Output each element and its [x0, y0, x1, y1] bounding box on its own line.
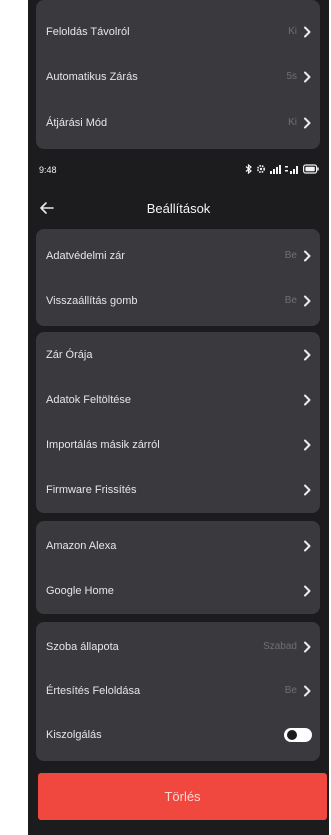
chevron-right-icon [302, 394, 312, 406]
chevron-right-icon [302, 685, 312, 697]
row-label: Zár Órája [46, 348, 93, 361]
row-label: Szoba állapota [46, 640, 119, 653]
row-service: Kiszolgálás [36, 712, 320, 757]
row-label: Adatvédelmi zár [46, 249, 125, 262]
signal-icon [285, 164, 299, 176]
row-label: Visszaállítás gomb [46, 294, 138, 307]
row-upload-data[interactable]: Adatok Feltöltése [36, 377, 320, 422]
room-card: Szoba állapota Szabad Értesítés Feloldás… [36, 622, 320, 761]
row-privacy-lock[interactable]: Adatvédelmi zár Be [36, 233, 320, 278]
chevron-right-icon [302, 641, 312, 653]
chevron-right-icon [302, 71, 312, 83]
service-toggle[interactable] [284, 727, 312, 742]
row-value: Ki [288, 117, 297, 128]
delete-button[interactable]: Törlés [38, 773, 327, 820]
row-amazon-alexa[interactable]: Amazon Alexa [36, 523, 320, 568]
chevron-right-icon [302, 295, 312, 307]
status-bar: 9:48 [28, 155, 329, 185]
battery-icon [303, 164, 319, 176]
row-label: Importálás másik zárról [46, 438, 160, 451]
row-label: Automatikus Zárás [46, 70, 138, 83]
device-card: Zár Órája Adatok Feltöltése Importálás m… [36, 332, 320, 513]
row-label: Adatok Feltöltése [46, 393, 131, 406]
app-header: Beállítások [28, 188, 329, 230]
row-label: Értesítés Feloldása [46, 684, 141, 697]
chevron-right-icon [302, 484, 312, 496]
privacy-card: Adatvédelmi zár Be Visszaállítás gomb Be [36, 229, 320, 326]
toggle-knob [287, 729, 297, 740]
chevron-right-icon [302, 250, 312, 262]
settings-screen: Feloldás Távolról Ki Automatikus Zárás 5… [28, 0, 329, 835]
row-label: Feloldás Távolról [46, 25, 130, 38]
row-label: Kiszolgálás [46, 728, 102, 741]
settings-icon [256, 164, 266, 176]
row-auto-lock[interactable]: Automatikus Zárás 5s [36, 54, 320, 99]
page-title: Beállítások [146, 201, 211, 216]
chevron-right-icon [302, 349, 312, 361]
assistants-card: Amazon Alexa Google Home [36, 521, 320, 614]
row-label: Átjárási Mód [46, 116, 108, 129]
chevron-right-icon [302, 117, 312, 129]
chevron-right-icon [302, 540, 312, 552]
row-value: Be [284, 295, 297, 306]
row-import-from-lock[interactable]: Importálás másik zárról [36, 422, 320, 467]
chevron-right-icon [302, 26, 312, 38]
row-remote-unlock[interactable]: Feloldás Távolról Ki [36, 9, 320, 54]
row-passage-mode[interactable]: Átjárási Mód Ki [36, 100, 320, 145]
row-value: Szabad [263, 641, 297, 652]
row-label: Google Home [46, 584, 114, 597]
row-unlock-notification[interactable]: Értesítés Feloldása Be [36, 668, 320, 713]
row-firmware-update[interactable]: Firmware Frissítés [36, 467, 320, 512]
row-room-status[interactable]: Szoba állapota Szabad [36, 624, 320, 669]
row-value: Be [284, 250, 297, 261]
chevron-right-icon [302, 585, 312, 597]
row-google-home[interactable]: Google Home [36, 568, 320, 613]
row-value: 5s [286, 71, 297, 82]
row-label: Firmware Frissítés [46, 483, 137, 496]
bluetooth-icon [245, 163, 252, 176]
row-reset-button[interactable]: Visszaállítás gomb Be [36, 278, 320, 323]
row-label: Amazon Alexa [46, 539, 117, 552]
row-lock-clock[interactable]: Zár Órája [36, 332, 320, 377]
status-time: 9:48 [39, 165, 57, 175]
wifi-icon [270, 164, 281, 176]
row-value: Be [284, 685, 297, 696]
chevron-right-icon [302, 439, 312, 451]
lock-options-card: Feloldás Távolról Ki Automatikus Zárás 5… [36, 0, 320, 149]
row-value: Ki [288, 26, 297, 37]
